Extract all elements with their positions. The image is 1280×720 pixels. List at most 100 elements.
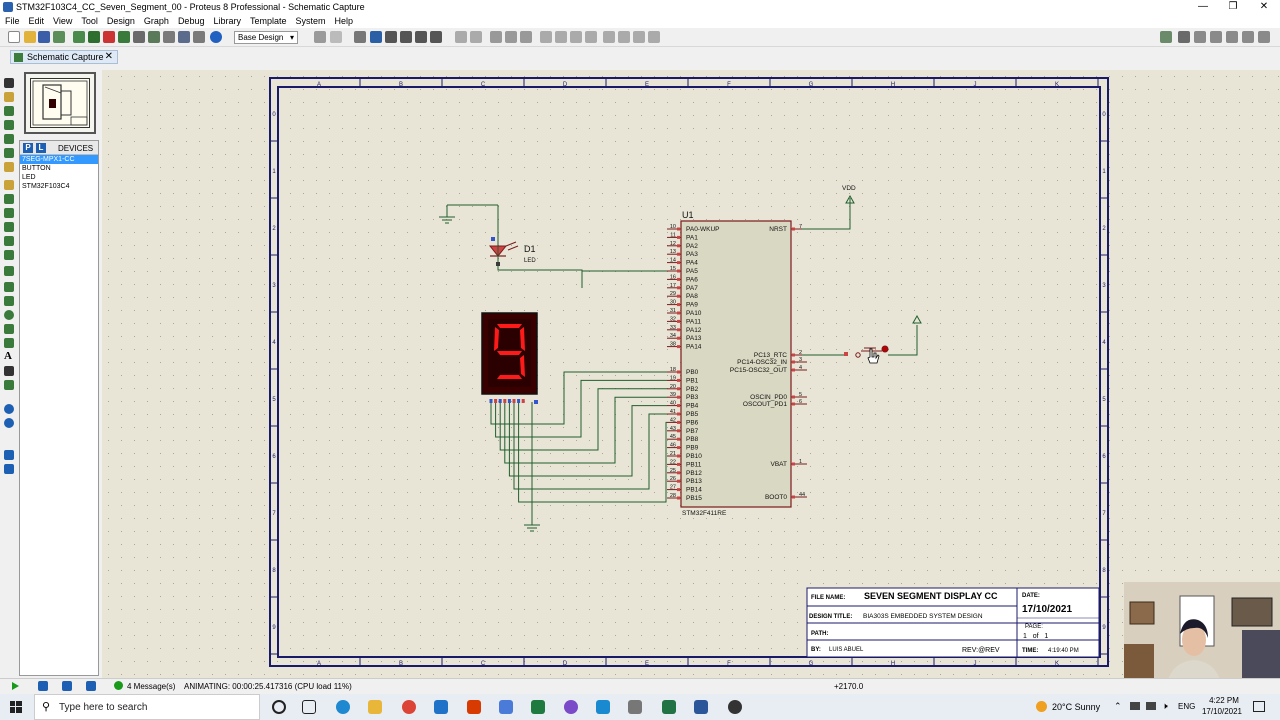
- cortana-icon[interactable]: [272, 700, 286, 714]
- menu-tool[interactable]: Tool: [76, 14, 102, 26]
- new-file-icon[interactable]: [8, 31, 20, 43]
- schematic-icon[interactable]: [88, 31, 100, 43]
- menu-graph[interactable]: Graph: [139, 14, 173, 26]
- zoom-area-icon[interactable]: [430, 31, 442, 43]
- redo-icon[interactable]: [470, 31, 482, 43]
- new-sheet-icon[interactable]: [1210, 31, 1222, 43]
- network-icon[interactable]: [1130, 702, 1140, 710]
- close-tab-icon[interactable]: ✕: [105, 51, 113, 62]
- overview-window[interactable]: [24, 72, 96, 134]
- mirror-y-icon[interactable]: [4, 464, 14, 474]
- clock-time[interactable]: 4:22 PM: [1206, 696, 1242, 705]
- block-copy-icon[interactable]: [540, 31, 552, 43]
- device-pins-icon[interactable]: [4, 194, 14, 204]
- app-icon[interactable]: [564, 700, 578, 714]
- remove-sheet-icon[interactable]: [1226, 31, 1238, 43]
- refresh-icon[interactable]: [314, 31, 326, 43]
- block-move-icon[interactable]: [555, 31, 567, 43]
- mx-icon[interactable]: [596, 700, 610, 714]
- layer-select[interactable]: Base Design ▾: [234, 31, 298, 44]
- wire-label-icon[interactable]: [4, 120, 14, 130]
- tape-recorder-icon[interactable]: [4, 222, 14, 232]
- weather-text[interactable]: 20°C Sunny: [1052, 702, 1100, 712]
- gerber-icon[interactable]: [118, 31, 130, 43]
- grid-icon[interactable]: [330, 31, 342, 43]
- import-icon[interactable]: [53, 31, 65, 43]
- rotate-clockwise-icon[interactable]: [4, 404, 14, 414]
- generator-icon[interactable]: [4, 236, 14, 246]
- pick-device-icon[interactable]: [603, 31, 615, 43]
- symbol-icon[interactable]: [4, 366, 14, 376]
- circle-icon[interactable]: [4, 310, 14, 320]
- make-device-icon[interactable]: [618, 31, 630, 43]
- copy-icon[interactable]: [505, 31, 517, 43]
- play-icon[interactable]: [12, 682, 19, 690]
- 3d-view-icon[interactable]: [133, 31, 145, 43]
- virtual-instrument-icon[interactable]: [4, 266, 14, 276]
- messages-count[interactable]: 4 Message(s): [127, 682, 175, 691]
- device-item[interactable]: LED: [20, 173, 98, 182]
- block-rotate-icon[interactable]: [570, 31, 582, 43]
- mail-icon[interactable]: [434, 700, 448, 714]
- device-item[interactable]: 7SEG-MPX1-CC: [20, 155, 98, 164]
- tab-schematic-capture[interactable]: Schematic Capture ✕: [10, 50, 118, 64]
- restore-button[interactable]: ❐: [1217, 0, 1249, 14]
- arc-icon[interactable]: [4, 324, 14, 334]
- bom-icon[interactable]: [148, 31, 160, 43]
- volume-icon[interactable]: 🕨: [1162, 701, 1168, 712]
- zoom-in-icon[interactable]: [385, 31, 397, 43]
- block-delete-icon[interactable]: [585, 31, 597, 43]
- clock-date[interactable]: 17/10/2021: [1200, 707, 1244, 716]
- close-button[interactable]: ✕: [1248, 0, 1280, 14]
- excel-icon[interactable]: [531, 700, 545, 714]
- paste-icon[interactable]: [520, 31, 532, 43]
- menu-debug[interactable]: Debug: [173, 14, 209, 26]
- minimize-button[interactable]: —: [1187, 0, 1219, 14]
- device-item[interactable]: BUTTON: [20, 164, 98, 173]
- zoom-out-icon[interactable]: [400, 31, 412, 43]
- menu-library[interactable]: Library: [208, 14, 245, 26]
- voltage-probe-icon[interactable]: [4, 250, 14, 260]
- exit-to-parent-icon[interactable]: [1242, 31, 1254, 43]
- windows-start-icon[interactable]: [10, 701, 22, 713]
- decompose-icon[interactable]: [648, 31, 660, 43]
- help-icon[interactable]: [210, 31, 222, 43]
- schematic-canvas[interactable]: AABBCCDDEEFFGGHHJJKK00112233445566778899…: [102, 70, 1280, 678]
- property-assign-icon[interactable]: [1194, 31, 1206, 43]
- device-item[interactable]: STM32F103C4: [20, 182, 98, 191]
- junction-icon[interactable]: [4, 106, 14, 116]
- library-manager-button[interactable]: L: [36, 143, 46, 153]
- notes-icon[interactable]: [178, 31, 190, 43]
- terminals-icon[interactable]: [4, 180, 14, 190]
- file-explorer-icon[interactable]: [368, 700, 382, 714]
- taskbar-search[interactable]: ⚲ Type here to search: [34, 694, 260, 720]
- word-icon[interactable]: [694, 700, 708, 714]
- home-icon[interactable]: [73, 31, 85, 43]
- text-script-icon[interactable]: [4, 134, 14, 144]
- notifications-icon[interactable]: [1253, 701, 1265, 712]
- source-code-icon[interactable]: [193, 31, 205, 43]
- pick-devices-button[interactable]: P: [23, 143, 33, 153]
- graph-icon[interactable]: [4, 208, 14, 218]
- menu-system[interactable]: System: [291, 14, 330, 26]
- selection-mode-icon[interactable]: [4, 78, 14, 88]
- pause-icon[interactable]: [62, 681, 72, 691]
- pcb-icon[interactable]: [103, 31, 115, 43]
- subcircuit-icon[interactable]: [4, 162, 14, 172]
- language-indicator[interactable]: ENG: [1178, 702, 1195, 711]
- component-mode-icon[interactable]: [4, 92, 14, 102]
- menu-help[interactable]: Help: [330, 14, 358, 26]
- spreadsheet-icon[interactable]: [662, 700, 676, 714]
- open-folder-icon[interactable]: [24, 31, 36, 43]
- cut-icon[interactable]: [490, 31, 502, 43]
- mirror-x-icon[interactable]: [4, 450, 14, 460]
- obs-icon[interactable]: [728, 700, 742, 714]
- menu-design[interactable]: Design: [102, 14, 139, 26]
- pan-icon[interactable]: [370, 31, 382, 43]
- marker-icon[interactable]: [4, 380, 14, 390]
- menu-template[interactable]: Template: [245, 14, 291, 26]
- text-icon[interactable]: A: [4, 350, 14, 362]
- office-icon[interactable]: [467, 700, 481, 714]
- zoom-all-icon[interactable]: [415, 31, 427, 43]
- netlist-icon[interactable]: [1258, 31, 1270, 43]
